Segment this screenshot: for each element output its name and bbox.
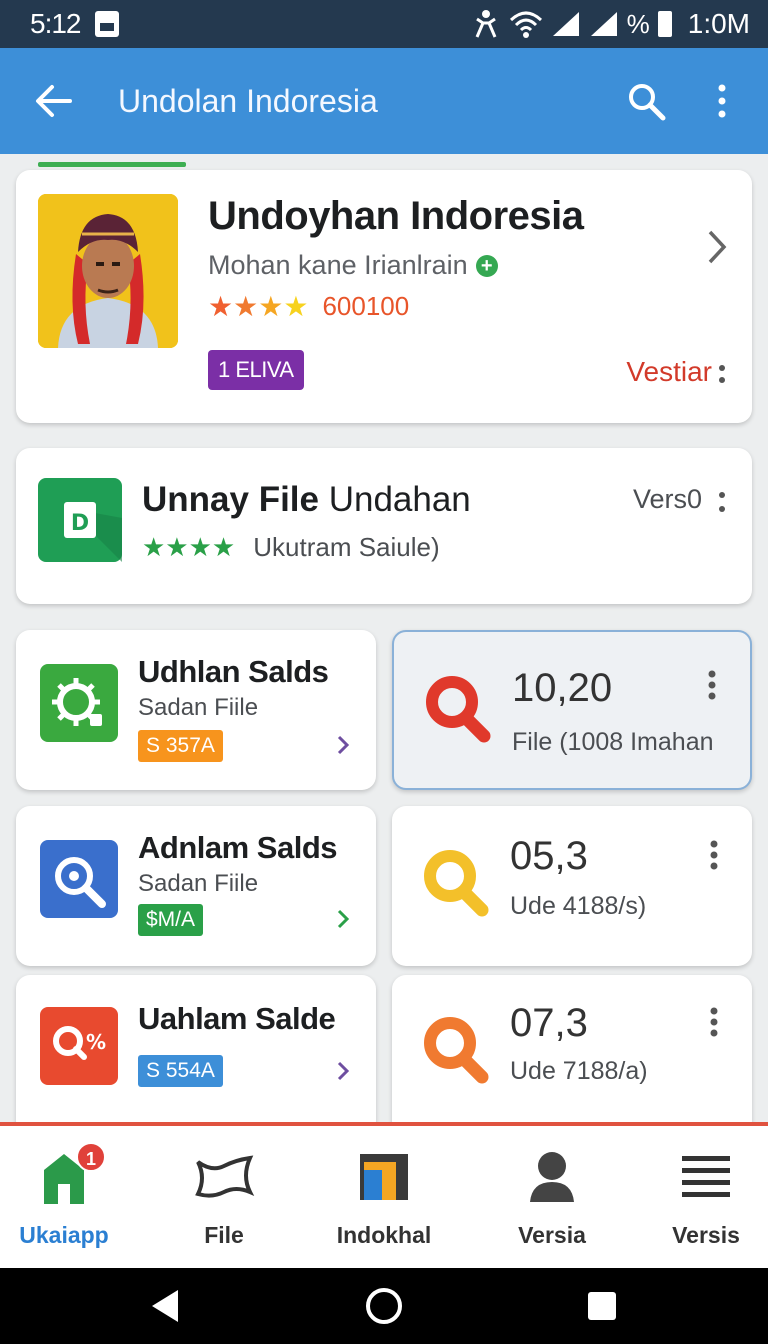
app-bar: Undolan Indoresia — [0, 48, 768, 154]
chevron-right-icon[interactable] — [336, 908, 350, 930]
profile-icon — [520, 1148, 584, 1206]
magnifier-icon — [426, 676, 491, 743]
tile-chip: $M/A — [138, 904, 204, 936]
settings-icon — [40, 664, 118, 742]
nav-label: Versis — [672, 1222, 740, 1248]
nav-label: Versia — [518, 1222, 586, 1248]
indokhal-icon — [352, 1148, 416, 1206]
stat-subtitle: Ude 4188/s) — [510, 892, 647, 920]
magnifier-icon — [424, 1017, 489, 1084]
nav-label: Indokhal — [336, 1222, 432, 1248]
more-options-icon[interactable] — [702, 81, 742, 121]
tile-card[interactable]: Udhlan Salds Sadan Fiile S 357A — [16, 630, 376, 790]
menu-icon — [674, 1148, 738, 1206]
status-bar: 5:12 % 1:0M — [0, 0, 768, 48]
stat-value: 05,3 — [510, 834, 588, 878]
document-icon: D — [38, 478, 122, 562]
signal-icon — [552, 12, 579, 36]
nav-item-indokhal[interactable]: Indokhal — [314, 1148, 454, 1249]
featured-rating: ★★★★ 600100 — [208, 290, 409, 323]
discount-icon: % — [40, 1007, 118, 1085]
tile-chip: S 357A — [138, 730, 223, 762]
file-icon — [192, 1148, 256, 1206]
featured-badge: 1 ELIVA — [208, 350, 304, 390]
status-icons: % 1:0M — [471, 8, 750, 40]
file-card[interactable]: D Unnay File Undahan ★★★★ Ukutram Saiule… — [16, 448, 752, 604]
discount-symbol: % — [86, 1030, 106, 1054]
tile-title: Adnlam Salds — [138, 830, 338, 865]
featured-title: Undoyhan Indoresia — [208, 194, 584, 238]
more-options-icon[interactable] — [718, 362, 726, 386]
status-time: 5:12 — [30, 8, 81, 39]
battery-percent: % — [626, 8, 650, 39]
file-rating: ★★★★ Ukutram Saiule) — [142, 532, 440, 563]
nav-label: Ukaiapp — [19, 1222, 109, 1248]
featured-subtitle: Mohan kane Irianlrain — [208, 250, 468, 280]
search-settings-icon — [40, 840, 118, 918]
notification-icon — [94, 11, 119, 37]
system-home-icon[interactable] — [364, 1286, 404, 1326]
rating-stars-icon: ★★★★ — [142, 532, 236, 562]
status-clock: 1:0M — [687, 8, 750, 39]
nav-item-file[interactable]: File — [154, 1148, 294, 1249]
featured-subtitle-row: Mohan kane Irianlrain + — [208, 250, 498, 281]
more-options-icon[interactable] — [710, 840, 718, 870]
accessibility-icon — [475, 10, 497, 38]
stat-subtitle: File (1008 Imahan — [512, 728, 714, 756]
stat-value: 10,20 — [512, 666, 613, 710]
tile-card[interactable]: Adnlam Salds Sadan Fiile $M/A — [16, 806, 376, 966]
nav-item-home[interactable]: 1 Ukaiapp — [0, 1142, 134, 1249]
document-icon-letter: D — [71, 511, 89, 536]
tile-subtitle: Sadan Fiile — [138, 870, 259, 897]
battery-icon — [657, 11, 672, 37]
nav-label: File — [204, 1222, 244, 1248]
page-title: Undolan Indoresia — [118, 82, 378, 119]
stat-card[interactable]: 10,20 File (1008 Imahan — [392, 630, 752, 790]
system-back-icon[interactable] — [150, 1288, 180, 1324]
notification-badge: 1 — [76, 1142, 106, 1172]
nav-item-versia[interactable]: Versia — [482, 1148, 622, 1249]
signal-icon-2 — [590, 12, 617, 36]
stat-value: 07,3 — [510, 1001, 588, 1045]
tile-title: Uahlam Salde — [138, 1001, 336, 1036]
chevron-right-icon[interactable] — [704, 228, 730, 266]
wifi-icon — [509, 11, 542, 38]
featured-card[interactable]: Undoyhan Indoresia Mohan kane Irianlrain… — [16, 170, 752, 423]
tile-title: Udhlan Salds — [138, 654, 329, 689]
tile-card[interactable]: % Uahlam Salde S 554A — [16, 975, 376, 1135]
system-recents-icon[interactable] — [586, 1290, 618, 1322]
rating-count: 600100 — [322, 291, 410, 321]
chevron-right-icon[interactable] — [336, 1060, 350, 1082]
avatar — [38, 194, 178, 348]
stat-card[interactable]: 05,3 Ude 4188/s) — [392, 806, 752, 966]
bottom-nav: 1 Ukaiapp File Indokhal Versia Versis — [0, 1122, 768, 1268]
file-version: Vers0 — [632, 484, 702, 514]
plus-icon: + — [475, 254, 498, 277]
more-options-icon[interactable] — [708, 670, 716, 700]
back-arrow-icon[interactable] — [34, 81, 74, 121]
search-icon[interactable] — [626, 81, 666, 121]
stat-card[interactable]: 07,3 Ude 7188/a) — [392, 975, 752, 1135]
tile-subtitle: Sadan Fiile — [138, 694, 259, 721]
tile-chip: S 554A — [138, 1055, 223, 1087]
home-icon: 1 — [32, 1142, 106, 1206]
rating-stars-icon: ★★★★ — [208, 291, 309, 322]
featured-action-link[interactable]: Vestiar — [626, 356, 712, 388]
file-subtitle: Ukutram Saiule) — [253, 532, 440, 562]
tab-indicator — [38, 162, 186, 167]
stat-subtitle: Ude 7188/a) — [510, 1057, 648, 1085]
magnifier-icon — [424, 850, 489, 917]
system-nav-bar — [0, 1268, 768, 1344]
more-options-icon[interactable] — [718, 490, 726, 514]
file-title: Unnay File Undahan — [142, 480, 471, 519]
more-options-icon[interactable] — [710, 1007, 718, 1037]
nav-item-versis[interactable]: Versis — [636, 1148, 768, 1249]
chevron-right-icon[interactable] — [336, 734, 350, 756]
